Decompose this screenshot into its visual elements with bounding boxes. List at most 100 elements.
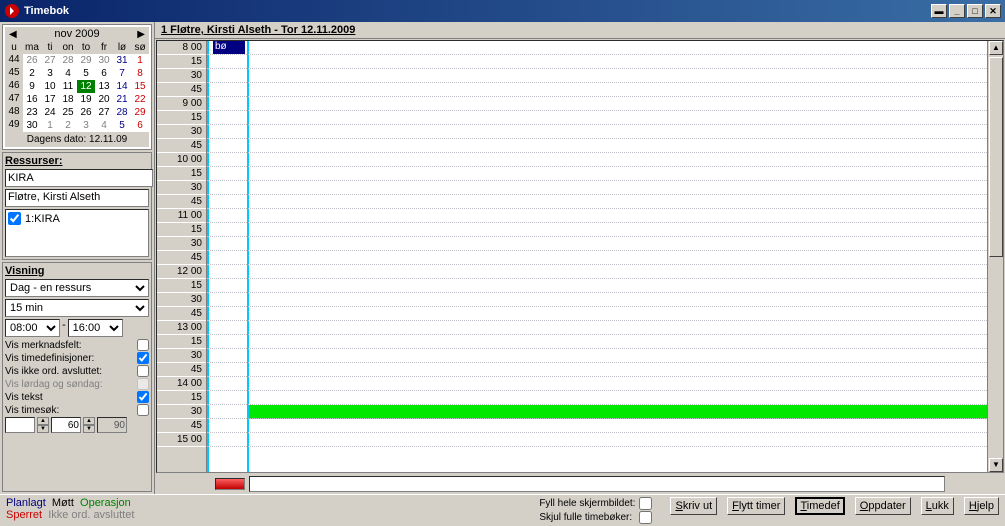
cal-day[interactable]: 21: [113, 93, 131, 106]
grid-row[interactable]: [207, 83, 1003, 97]
cal-next-icon[interactable]: ▶: [137, 29, 145, 40]
scroll-down-icon[interactable]: ▼: [989, 458, 1003, 472]
cal-day[interactable]: 2: [59, 119, 77, 132]
grid-row[interactable]: [207, 321, 1003, 335]
skriv-button[interactable]: Skriv ut: [670, 497, 717, 515]
cal-day[interactable]: 8: [131, 67, 149, 80]
cal-grid[interactable]: 4426272829303114523456784691011121314154…: [5, 54, 149, 132]
end-time-select[interactable]: 16:00: [68, 319, 123, 337]
grid-row[interactable]: [207, 405, 1003, 419]
opt-tekst-check[interactable]: [137, 391, 149, 403]
cal-day[interactable]: 20: [95, 93, 113, 106]
cal-day[interactable]: 4: [95, 119, 113, 132]
grid-row[interactable]: [207, 363, 1003, 377]
cal-prev-icon[interactable]: ◀: [9, 29, 17, 40]
cal-day[interactable]: 19: [77, 93, 95, 106]
oppdater-button[interactable]: Oppdater: [855, 497, 911, 515]
interval-select[interactable]: 15 min: [5, 299, 149, 317]
grid-row[interactable]: [207, 111, 1003, 125]
grid-row[interactable]: [207, 223, 1003, 237]
cal-day[interactable]: 3: [41, 67, 59, 80]
cal-day[interactable]: 30: [95, 54, 113, 67]
start-time-select[interactable]: 08:00: [5, 319, 60, 337]
cal-day[interactable]: 9: [23, 80, 41, 93]
vertical-scrollbar[interactable]: ▲ ▼: [987, 41, 1003, 472]
status-text-input[interactable]: [249, 476, 945, 492]
grid-row[interactable]: [207, 139, 1003, 153]
cal-day[interactable]: 5: [113, 119, 131, 132]
cal-day[interactable]: 4: [59, 67, 77, 80]
grid-row[interactable]: [207, 251, 1003, 265]
cal-day[interactable]: 5: [77, 67, 95, 80]
spin-down-1[interactable]: ▼: [37, 425, 49, 433]
opt-merknad-check[interactable]: [137, 339, 149, 351]
grid-row[interactable]: [207, 97, 1003, 111]
cal-day[interactable]: 11: [59, 80, 77, 93]
spin-up-2[interactable]: ▲: [83, 417, 95, 425]
scroll-up-icon[interactable]: ▲: [989, 41, 1003, 55]
cal-day[interactable]: 1: [131, 54, 149, 67]
cal-day[interactable]: 27: [41, 54, 59, 67]
cal-day[interactable]: 25: [59, 106, 77, 119]
dash-button[interactable]: ▬: [931, 4, 947, 18]
grid-row[interactable]: [207, 307, 1003, 321]
grid-row[interactable]: [207, 335, 1003, 349]
cal-day[interactable]: 3: [77, 119, 95, 132]
cal-day[interactable]: 1: [41, 119, 59, 132]
cal-day[interactable]: 17: [41, 93, 59, 106]
spin-input-2[interactable]: [51, 417, 81, 433]
grid-row[interactable]: [207, 153, 1003, 167]
grid-row[interactable]: [207, 125, 1003, 139]
schedule-body[interactable]: 8 001530459 0015304510 0015304511 001530…: [156, 40, 1004, 473]
grid-row[interactable]: [207, 433, 1003, 447]
cal-day[interactable]: 30: [23, 119, 41, 132]
resource-list[interactable]: 1:KIRA: [5, 209, 149, 257]
resource-checkbox[interactable]: [8, 212, 21, 225]
grid-row[interactable]: [207, 69, 1003, 83]
cal-day[interactable]: 31: [113, 54, 131, 67]
resource-input[interactable]: [5, 169, 153, 187]
cal-day[interactable]: 15: [131, 80, 149, 93]
grid-row[interactable]: [207, 391, 1003, 405]
grid-area[interactable]: bø: [207, 41, 1003, 472]
spin-input-1[interactable]: [5, 417, 35, 433]
grid-row[interactable]: [207, 55, 1003, 69]
mode-select[interactable]: Dag - en ressurs: [5, 279, 149, 297]
resource-item[interactable]: 1:KIRA: [8, 212, 146, 225]
cal-day[interactable]: 22: [131, 93, 149, 106]
cal-day[interactable]: 28: [59, 54, 77, 67]
cal-day[interactable]: 12: [77, 80, 95, 93]
cal-day[interactable]: 23: [23, 106, 41, 119]
grid-row[interactable]: [207, 181, 1003, 195]
timedef-button[interactable]: Timedef: [795, 497, 844, 515]
cal-day[interactable]: 6: [95, 67, 113, 80]
spin-down-2[interactable]: ▼: [83, 425, 95, 433]
grid-row[interactable]: [207, 293, 1003, 307]
scroll-thumb[interactable]: [989, 57, 1003, 257]
fyll-check[interactable]: [639, 497, 652, 510]
grid-row[interactable]: [207, 377, 1003, 391]
grid-row[interactable]: [207, 265, 1003, 279]
grid-row[interactable]: [207, 209, 1003, 223]
cal-day[interactable]: 29: [131, 106, 149, 119]
grid-row[interactable]: [207, 349, 1003, 363]
cal-day[interactable]: 18: [59, 93, 77, 106]
skjul-check[interactable]: [639, 511, 652, 524]
close-button[interactable]: ✕: [985, 4, 1001, 18]
cal-day[interactable]: 16: [23, 93, 41, 106]
grid-row[interactable]: [207, 167, 1003, 181]
cal-day[interactable]: 24: [41, 106, 59, 119]
cal-day[interactable]: 27: [95, 106, 113, 119]
cal-day[interactable]: 2: [23, 67, 41, 80]
grid-row[interactable]: [207, 41, 1003, 55]
cal-day[interactable]: 6: [131, 119, 149, 132]
cal-day[interactable]: 14: [113, 80, 131, 93]
opt-ikkeord-check[interactable]: [137, 365, 149, 377]
lukk-button[interactable]: Lukk: [921, 497, 954, 515]
cal-day[interactable]: 26: [77, 106, 95, 119]
grid-row[interactable]: [207, 279, 1003, 293]
cal-day[interactable]: 26: [23, 54, 41, 67]
spin-up-1[interactable]: ▲: [37, 417, 49, 425]
cal-day[interactable]: 13: [95, 80, 113, 93]
grid-row[interactable]: [207, 237, 1003, 251]
